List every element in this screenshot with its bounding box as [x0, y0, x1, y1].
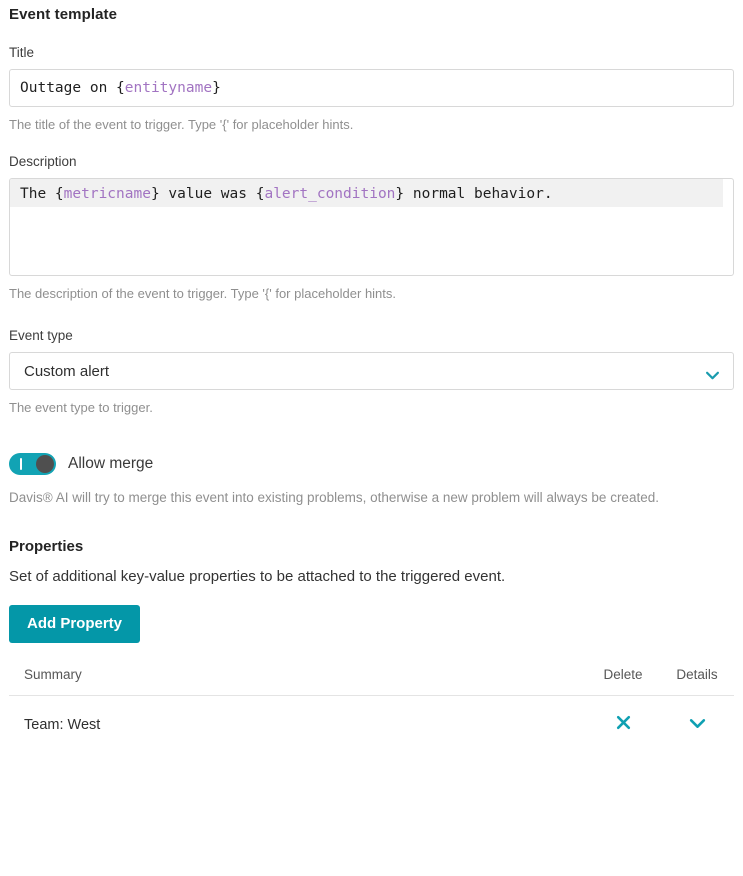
column-header-delete: Delete — [586, 667, 660, 696]
description-text-content: The {metricname} value was {alert_condit… — [10, 179, 733, 205]
desc-seg-1: The — [20, 186, 55, 202]
desc-brace-close-2: } — [395, 186, 404, 202]
event-type-field-group: Event type Custom alert The event type t… — [9, 327, 734, 417]
event-type-selected-value: Custom alert — [24, 363, 109, 380]
event-type-helper-text: The event type to trigger. — [9, 398, 734, 417]
description-field-group: Description The {metricname} value was {… — [9, 153, 734, 303]
title-brace-close: } — [212, 80, 221, 96]
title-helper-text: The title of the event to trigger. Type … — [9, 115, 734, 134]
title-placeholder-token: entityname — [125, 80, 212, 96]
description-helper-text: The description of the event to trigger.… — [9, 284, 734, 303]
allow-merge-label: Allow merge — [68, 455, 153, 473]
properties-description: Set of additional key-value properties t… — [9, 566, 734, 587]
title-field-group: Title Outtage on {entityname} The title … — [9, 44, 734, 134]
title-brace-open: { — [116, 80, 125, 96]
properties-title: Properties — [9, 537, 734, 557]
desc-brace-open-1: { — [55, 186, 64, 202]
event-template-form: Event template Title Outtage on {entityn… — [0, 0, 743, 876]
close-x-icon[interactable] — [615, 714, 632, 731]
title-value-text: Outtage on — [20, 80, 116, 96]
allow-merge-row: Allow merge — [9, 453, 734, 475]
allow-merge-helper-text: Davis® AI will try to merge this event i… — [9, 487, 699, 508]
toggle-on-mark-icon — [20, 458, 22, 470]
properties-table: Summary Delete Details Team: West — [9, 667, 734, 753]
page-title: Event template — [9, 0, 734, 25]
column-header-details: Details — [660, 667, 734, 696]
cell-summary: Team: West — [9, 696, 586, 754]
cell-details — [660, 696, 734, 754]
description-textarea[interactable]: The {metricname} value was {alert_condit… — [9, 178, 734, 276]
event-type-select[interactable]: Custom alert — [9, 352, 734, 390]
allow-merge-toggle[interactable] — [9, 453, 56, 475]
desc-placeholder-token-1: metricname — [64, 186, 151, 202]
cell-delete — [586, 696, 660, 754]
chevron-down-icon[interactable] — [689, 717, 706, 728]
desc-seg-2: value was — [160, 186, 256, 202]
title-label: Title — [9, 44, 734, 61]
description-label: Description — [9, 153, 734, 170]
table-row: Team: West — [9, 696, 734, 754]
column-header-summary: Summary — [9, 667, 586, 696]
add-property-button[interactable]: Add Property — [9, 605, 140, 643]
title-input[interactable]: Outtage on {entityname} — [9, 69, 734, 107]
desc-seg-3: normal behavior. — [404, 186, 552, 202]
event-type-label: Event type — [9, 327, 734, 344]
toggle-knob[interactable] — [36, 455, 54, 473]
table-header-row: Summary Delete Details — [9, 667, 734, 696]
desc-brace-close-1: } — [151, 186, 160, 202]
desc-placeholder-token-2: alert_condition — [264, 186, 395, 202]
chevron-down-icon[interactable] — [705, 367, 720, 376]
